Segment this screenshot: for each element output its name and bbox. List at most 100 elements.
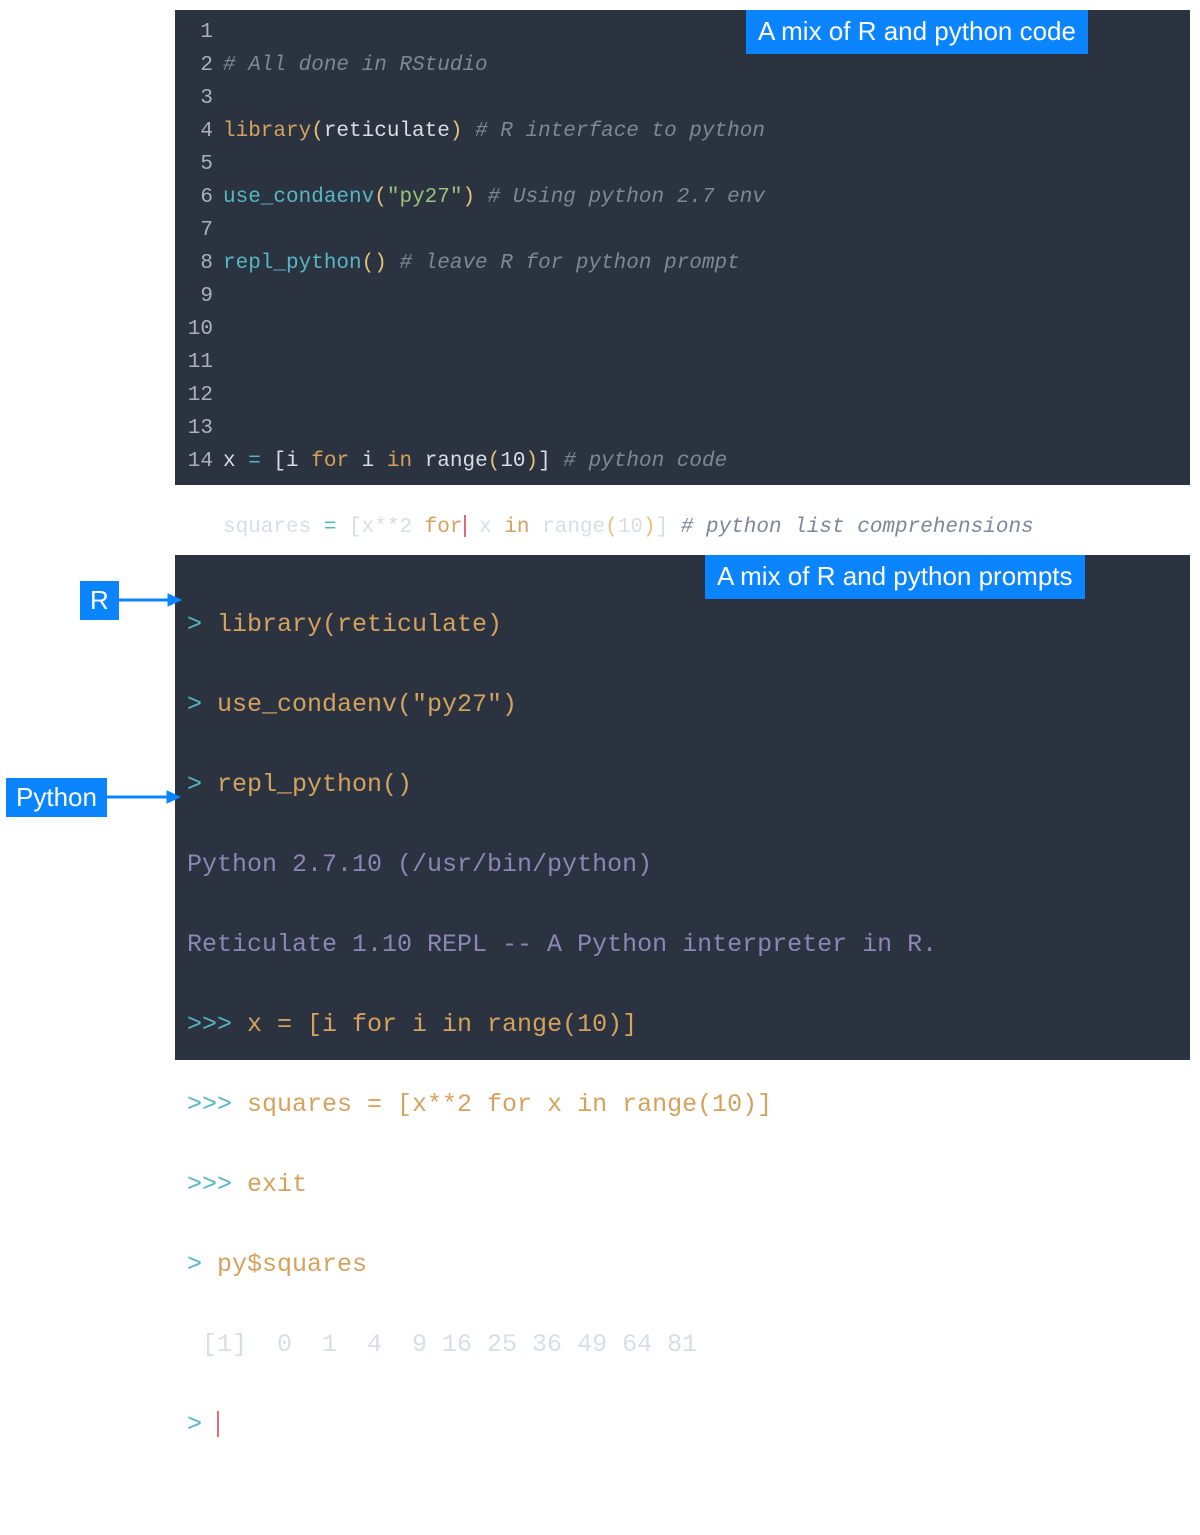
r-prompt: > — [187, 690, 217, 719]
line-number: 4 — [175, 115, 213, 148]
paren-open: ( — [374, 186, 387, 209]
code-line[interactable]: use_condaenv("py27") # Using python 2.7 … — [223, 181, 1034, 214]
comment: # python list comprehensions — [668, 516, 1033, 539]
console-line: > use_condaenv("py27") — [187, 685, 1178, 725]
line-number: 13 — [175, 412, 213, 445]
console-pane[interactable]: > library(reticulate) > use_condaenv("py… — [175, 555, 1190, 1060]
annotation-badge-code: A mix of R and python code — [746, 10, 1088, 54]
keyword: in — [387, 450, 412, 473]
number: 10 — [500, 450, 525, 473]
console-line: >>> squares = [x**2 for x in range(10)] — [187, 1085, 1178, 1125]
operator: = — [248, 450, 261, 473]
code-line[interactable] — [223, 379, 1034, 412]
annotation-badge-console: A mix of R and python prompts — [705, 555, 1085, 599]
text: [i — [261, 450, 311, 473]
line-number: 10 — [175, 313, 213, 346]
python-prompt: >>> — [187, 1170, 247, 1199]
keyword: in — [504, 516, 529, 539]
bracket: ] — [656, 516, 669, 539]
code-line[interactable]: squares = [x**2 for x in range(10)] # py… — [223, 511, 1034, 544]
line-number: 3 — [175, 82, 213, 115]
console-content[interactable]: > library(reticulate) > use_condaenv("py… — [175, 555, 1190, 1535]
identifier: squares — [223, 516, 324, 539]
console-command: library(reticulate) — [217, 610, 502, 639]
console-line: Python 2.7.10 (/usr/bin/python) — [187, 845, 1178, 885]
python-prompt: >>> — [187, 1090, 247, 1119]
text: range — [412, 450, 488, 473]
console-line: >>> exit — [187, 1165, 1178, 1205]
keyword: for — [311, 450, 349, 473]
console-command: repl_python() — [217, 770, 412, 799]
text: x — [466, 516, 504, 539]
line-number: 6 — [175, 181, 213, 214]
paren-close: ) — [643, 516, 656, 539]
comment: # python code — [551, 450, 727, 473]
annotation-badge-python: Python — [6, 778, 107, 817]
r-prompt: > — [187, 770, 217, 799]
number: 10 — [618, 516, 643, 539]
paren-close: ) — [450, 120, 463, 143]
function-name: repl_python — [223, 252, 362, 275]
console-command: x = [i for i in range(10)] — [247, 1010, 637, 1039]
r-prompt: > — [187, 1250, 217, 1279]
line-number: 9 — [175, 280, 213, 313]
code-line[interactable] — [223, 313, 1034, 346]
line-number: 11 — [175, 346, 213, 379]
line-number: 1 — [175, 16, 213, 49]
paren-close: ) — [374, 252, 387, 275]
console-command: py$squares — [217, 1250, 367, 1279]
operator: = — [324, 516, 337, 539]
identifier: reticulate — [324, 120, 450, 143]
bracket: ] — [538, 450, 551, 473]
comment: # Using python 2.7 env — [475, 186, 765, 209]
line-number: 14 — [175, 445, 213, 478]
console-cursor — [217, 1411, 219, 1437]
r-prompt: > — [187, 610, 217, 639]
function-name: use_condaenv — [223, 186, 374, 209]
arrow-python-to-console — [102, 787, 182, 807]
comment: # All done in RStudio — [223, 54, 488, 77]
console-system-msg: Python 2.7.10 (/usr/bin/python) — [187, 850, 652, 879]
keyword: for — [425, 516, 463, 539]
line-number: 7 — [175, 214, 213, 247]
comment: # leave R for python prompt — [387, 252, 740, 275]
console-command: exit — [247, 1170, 307, 1199]
paren-close: ) — [462, 186, 475, 209]
console-line: > library(reticulate) — [187, 605, 1178, 645]
paren-close: ) — [526, 450, 539, 473]
line-number: 2 — [175, 49, 213, 82]
code-line[interactable]: x = [i for i in range(10)] # python code — [223, 445, 1034, 478]
code-editor-pane[interactable]: 1 2 3 4 5 6 7 8 9 10 11 12 13 14 # All d… — [175, 10, 1190, 485]
console-output: [1] 0 1 4 9 16 25 36 49 64 81 — [187, 1330, 697, 1359]
number: 2 — [399, 516, 412, 539]
string: "py27" — [387, 186, 463, 209]
line-number: 8 — [175, 247, 213, 280]
console-line: > repl_python() — [187, 765, 1178, 805]
console-command: use_condaenv("py27") — [217, 690, 517, 719]
paren-open: ( — [362, 252, 375, 275]
line-number: 5 — [175, 148, 213, 181]
line-number: 12 — [175, 379, 213, 412]
text — [412, 516, 425, 539]
identifier: x — [223, 450, 248, 473]
console-line[interactable]: > — [187, 1405, 1178, 1445]
console-line: >>> x = [i for i in range(10)] — [187, 1005, 1178, 1045]
text: i — [349, 450, 387, 473]
code-line[interactable]: library(reticulate) # R interface to pyt… — [223, 115, 1034, 148]
text: range — [530, 516, 606, 539]
text: [x** — [336, 516, 399, 539]
arrow-r-to-console — [113, 590, 183, 610]
console-line: Reticulate 1.10 REPL -- A Python interpr… — [187, 925, 1178, 965]
paren-open: ( — [488, 450, 501, 473]
console-command: squares = [x**2 for x in range(10)] — [247, 1090, 772, 1119]
paren-open: ( — [605, 516, 618, 539]
paren-open: ( — [311, 120, 324, 143]
console-system-msg: Reticulate 1.10 REPL -- A Python interpr… — [187, 930, 937, 959]
console-line: [1] 0 1 4 9 16 25 36 49 64 81 — [187, 1325, 1178, 1365]
r-prompt: > — [187, 1410, 217, 1439]
python-prompt: >>> — [187, 1010, 247, 1039]
line-number-gutter: 1 2 3 4 5 6 7 8 9 10 11 12 13 14 — [175, 10, 213, 478]
console-line: > py$squares — [187, 1245, 1178, 1285]
code-line[interactable]: repl_python() # leave R for python promp… — [223, 247, 1034, 280]
keyword: library — [223, 120, 311, 143]
